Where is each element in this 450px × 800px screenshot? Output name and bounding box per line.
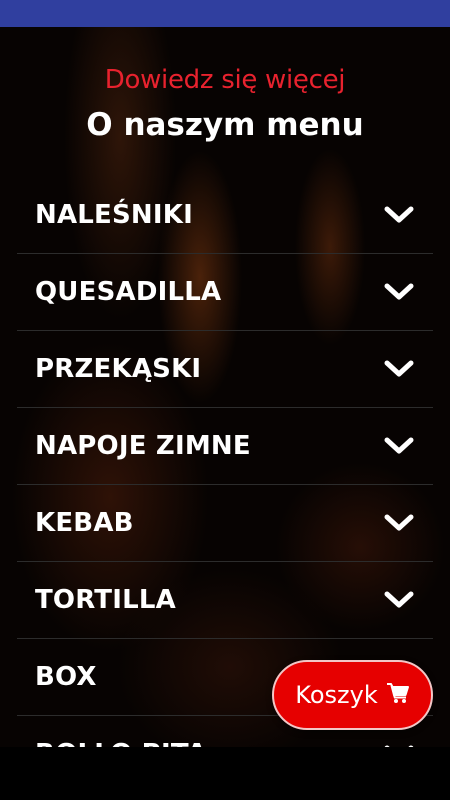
menu-item-label: NALEŚNIKI xyxy=(35,200,193,230)
menu-item-label: NAPOJE ZIMNE xyxy=(35,431,251,461)
menu-item-napoje-zimne[interactable]: NAPOJE ZIMNE xyxy=(17,408,433,485)
chevron-down-icon[interactable] xyxy=(383,513,415,533)
cart-icon xyxy=(386,682,410,708)
menu-screen: Dowiedz się więcej O naszym menu NALEŚNI… xyxy=(0,27,450,747)
cart-button-label: Koszyk xyxy=(295,681,378,709)
status-bar xyxy=(0,0,450,27)
menu-item-przekaski[interactable]: PRZEKĄSKI xyxy=(17,331,433,408)
menu-item-label: KEBAB xyxy=(35,508,134,538)
page-subtitle: Dowiedz się więcej xyxy=(104,65,346,95)
menu-item-label: TORTILLA xyxy=(35,585,176,615)
navigation-bar xyxy=(0,747,450,800)
cart-button[interactable]: Koszyk xyxy=(272,660,433,730)
menu-item-label: ROLLO PITA xyxy=(17,739,207,747)
chevron-down-icon[interactable] xyxy=(383,590,415,610)
chevron-down-icon[interactable] xyxy=(383,436,415,456)
menu-item-label: BOX xyxy=(35,662,97,692)
chevron-down-icon[interactable] xyxy=(383,282,415,302)
menu-item-kebab[interactable]: KEBAB xyxy=(17,485,433,562)
menu-item-tortilla[interactable]: TORTILLA xyxy=(17,562,433,639)
menu-item-nalesniki[interactable]: NALEŚNIKI xyxy=(17,177,433,254)
menu-item-label: QUESADILLA xyxy=(35,277,222,307)
menu-item-quesadilla[interactable]: QUESADILLA xyxy=(17,254,433,331)
page-title: O naszym menu xyxy=(86,107,364,143)
chevron-down-icon[interactable] xyxy=(383,359,415,379)
chevron-down-icon[interactable] xyxy=(383,205,415,225)
menu-item-label: PRZEKĄSKI xyxy=(35,354,202,384)
